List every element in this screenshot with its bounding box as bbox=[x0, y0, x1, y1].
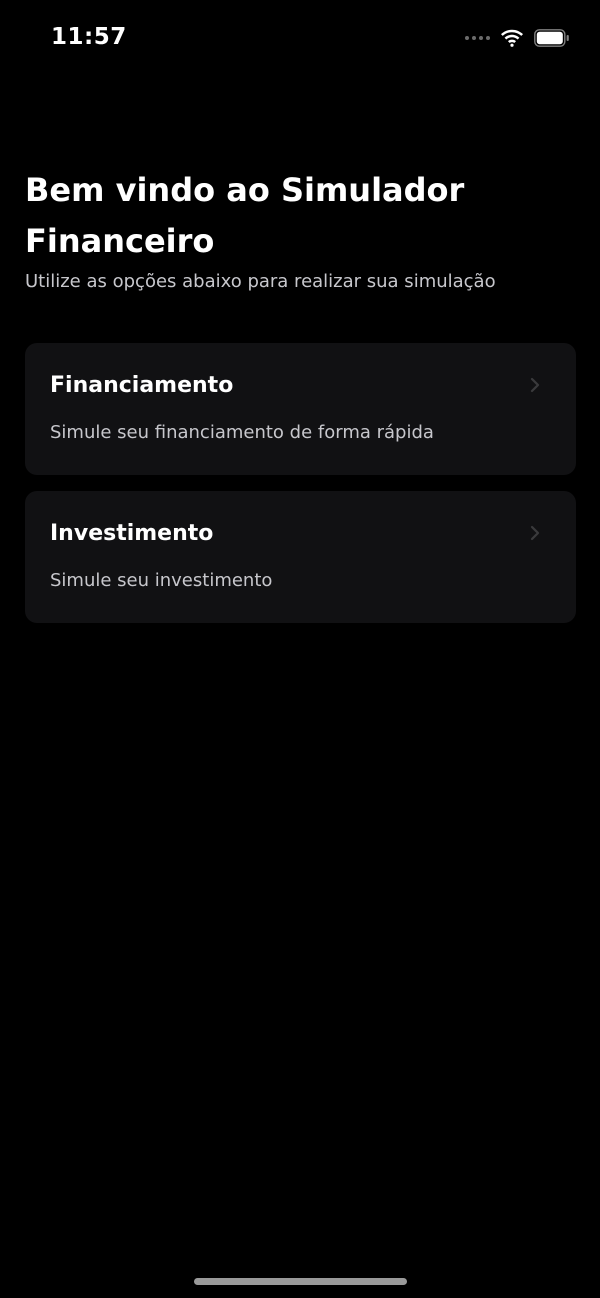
card-description: Simule seu investimento bbox=[50, 570, 273, 591]
home-indicator[interactable] bbox=[194, 1278, 407, 1285]
wifi-icon bbox=[501, 29, 523, 47]
page-title: Bem vindo ao Simulador Financeiro bbox=[25, 171, 465, 260]
options-list: Financiamento Simule seu financiamento d… bbox=[25, 343, 576, 623]
card-description: Simule seu financiamento de forma rápida bbox=[50, 422, 434, 443]
signal-dots-icon bbox=[465, 36, 490, 40]
chevron-right-icon bbox=[530, 525, 540, 541]
battery-icon bbox=[534, 29, 569, 47]
chevron-right-icon bbox=[530, 377, 540, 393]
page-subtitle: Utilize as opções abaixo para realizar s… bbox=[25, 271, 496, 292]
status-time: 11:57 bbox=[51, 24, 127, 50]
status-icons bbox=[465, 26, 570, 50]
status-bar: 11:57 bbox=[0, 0, 600, 80]
card-title: Investimento bbox=[50, 521, 214, 546]
investimento-option-card[interactable]: Investimento Simule seu investimento bbox=[25, 491, 576, 623]
card-title: Financiamento bbox=[50, 373, 234, 398]
financiamento-option-card[interactable]: Financiamento Simule seu financiamento d… bbox=[25, 343, 576, 475]
main-content: Bem vindo ao Simulador Financeiro Utiliz… bbox=[25, 165, 576, 623]
